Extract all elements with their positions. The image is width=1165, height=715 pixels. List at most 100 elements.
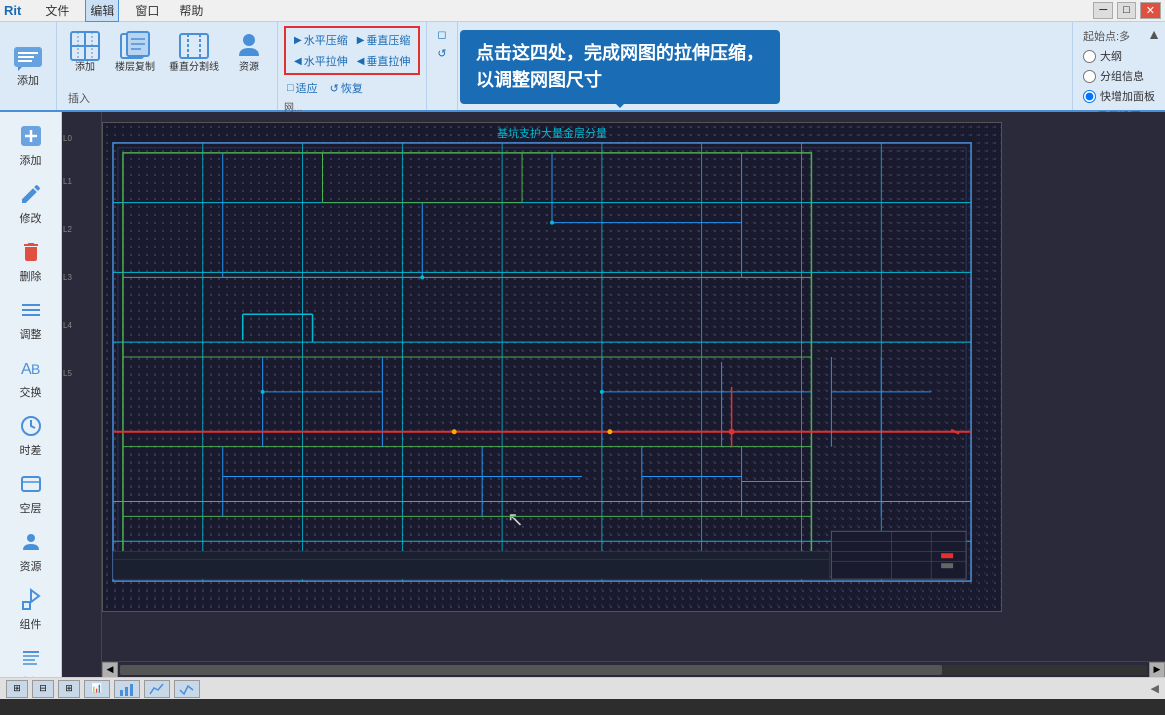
status-info: ◀ xyxy=(1151,682,1159,695)
status-btn-1[interactable]: ⊞ xyxy=(6,680,28,698)
extra-btn-2[interactable]: ↺ xyxy=(433,45,450,62)
radio-outline[interactable]: 大纲 xyxy=(1083,48,1155,64)
restore-button[interactable]: ↺恢复 xyxy=(327,79,366,97)
radio-fast-add-input[interactable] xyxy=(1083,90,1096,103)
h-compress-label: 水平压缩 xyxy=(304,32,348,48)
sidebar-item-adjust[interactable]: 调整 xyxy=(0,290,61,348)
ribbon-extra-section: ◻ ↺ xyxy=(427,22,457,110)
sidebar-timedelta-label: 时差 xyxy=(20,442,42,458)
grid-point-label: 起始点:多 xyxy=(1083,28,1155,44)
minimize-btn[interactable]: ─ xyxy=(1093,2,1113,19)
sidebar-adjust-label: 调整 xyxy=(20,326,42,342)
resource2-icon xyxy=(17,528,45,556)
sidebar-item-add[interactable]: 添加 xyxy=(0,116,61,174)
grid-partition-icon xyxy=(69,30,101,62)
scrollbar-track[interactable] xyxy=(120,665,1147,675)
floor-copy-label: 楼层复制 xyxy=(115,62,155,74)
scroll-right-btn[interactable]: ▶ xyxy=(1149,662,1165,678)
sidebar-resource-label: 资源 xyxy=(20,558,42,574)
radio-outline-label: 大纲 xyxy=(1100,48,1122,64)
menu-bar: Rit 文件 编辑 窗口 帮助 ─ □ ✕ xyxy=(0,0,1165,22)
grid-action-buttons: ▶ 水平压缩 ▶ 垂直压缩 ◀ 水平拉伸 ◀ 垂直拉伸 xyxy=(284,26,420,75)
sidebar-edit-label: 修改 xyxy=(20,210,42,226)
ribbon: 添加 添加 xyxy=(0,22,1165,112)
add-icon xyxy=(17,122,45,150)
status-btn-7[interactable] xyxy=(174,680,200,698)
grid-partition-button[interactable]: 添加 xyxy=(65,28,105,76)
adapt-label: 适应 xyxy=(296,80,318,96)
status-btn-3[interactable]: ⊞ xyxy=(58,680,80,698)
annotation-icon xyxy=(12,43,44,75)
vertical-split-icon xyxy=(178,30,210,62)
radio-outline-input[interactable] xyxy=(1083,50,1096,63)
menu-window[interactable]: 窗口 xyxy=(131,0,163,21)
v-compress-arrow: ▶ xyxy=(357,35,365,46)
menu-file[interactable]: 文件 xyxy=(41,0,73,21)
sidebar-item-delete[interactable]: 删除 xyxy=(0,232,61,290)
sidebar-component-label: 组件 xyxy=(20,616,42,632)
resource-button[interactable]: 资源 xyxy=(229,28,269,76)
edit-icon xyxy=(17,180,45,208)
sidebar-item-resource[interactable]: 资源 xyxy=(0,522,61,580)
v-compress-label: 垂直压缩 xyxy=(366,32,410,48)
status-btn-2[interactable]: ⊟ xyxy=(32,680,54,698)
sidebar-item-exchange[interactable]: AB 交换 xyxy=(0,348,61,406)
radio-group-info[interactable]: 分组信息 xyxy=(1083,68,1155,84)
horizontal-compress-btn[interactable]: ▶ 水平压缩 xyxy=(290,30,352,50)
radio-group-info-input[interactable] xyxy=(1083,70,1096,83)
sidebar-outline-label: 大纲 xyxy=(20,674,42,677)
annotation-button[interactable]: 添加 xyxy=(8,41,48,90)
h-stretch-label: 水平拉伸 xyxy=(304,53,348,69)
scrollbar-thumb-h xyxy=(120,665,942,675)
v-stretch-label: 垂直拉伸 xyxy=(366,53,410,69)
emptylayer-icon xyxy=(17,470,45,498)
ribbon-collapse-btn[interactable]: ▲ xyxy=(1147,26,1161,42)
annotation-label: 添加 xyxy=(17,75,39,88)
restore-label: 恢复 xyxy=(341,80,363,96)
status-btn-4[interactable]: 📊 xyxy=(84,680,110,698)
h-compress-arrow: ▶ xyxy=(294,35,302,46)
restore-window-btn[interactable]: □ xyxy=(1117,2,1136,19)
horizontal-stretch-btn[interactable]: ◀ 水平拉伸 xyxy=(290,51,352,71)
cad-svg xyxy=(103,123,1001,611)
h-stretch-arrow: ◀ xyxy=(294,56,302,67)
sidebar: 添加 修改 删除 调整 AB 交换 xyxy=(0,112,62,677)
main-area: 添加 修改 删除 调整 AB 交换 xyxy=(0,112,1165,677)
close-window-btn[interactable]: ✕ xyxy=(1140,2,1161,19)
radio-fast-add-label: 快增加面板 xyxy=(1100,88,1155,104)
tooltip-text: 点击这四处，完成网图的拉伸压缩，以调整网图尺寸 xyxy=(476,43,764,90)
ribbon-grid-section: ▶ 水平压缩 ▶ 垂直压缩 ◀ 水平拉伸 ◀ 垂直拉伸 □适应 ↺恢复 xyxy=(278,22,427,110)
sidebar-item-component[interactable]: 组件 xyxy=(0,580,61,638)
vertical-split-button[interactable]: 垂直分割线 xyxy=(165,28,223,76)
menu-edit[interactable]: 编辑 xyxy=(85,0,119,22)
radio-fast-add[interactable]: 快增加面板 xyxy=(1083,88,1155,104)
status-btn-5[interactable] xyxy=(114,680,140,698)
radio-group-info-label: 分组信息 xyxy=(1100,68,1144,84)
horizontal-scrollbar[interactable]: ◀ ▶ xyxy=(102,661,1165,677)
adapt-button[interactable]: □适应 xyxy=(284,79,321,97)
ribbon-section-annotation: 添加 xyxy=(0,22,57,110)
sidebar-item-outline[interactable]: 大纲 xyxy=(0,638,61,677)
status-btn-6[interactable] xyxy=(144,680,170,698)
vertical-split-label: 垂直分割线 xyxy=(169,62,219,74)
sidebar-add-label: 添加 xyxy=(20,152,42,168)
v-stretch-arrow: ◀ xyxy=(357,56,365,67)
sidebar-item-timedelta[interactable]: 时差 xyxy=(0,406,61,464)
canvas-area[interactable]: L0 L1 L2 L3 L4 L5 基坑支护大量金层分量 xyxy=(62,112,1165,677)
resource-icon xyxy=(233,30,265,62)
vertical-stretch-btn[interactable]: ◀ 垂直拉伸 xyxy=(353,51,415,71)
delete-icon xyxy=(17,238,45,266)
cad-drawing[interactable]: 基坑支护大量金层分量 xyxy=(102,122,1002,612)
menu-help[interactable]: 帮助 xyxy=(175,0,207,21)
exchange-icon: AB xyxy=(17,354,45,382)
sidebar-item-emptylayer[interactable]: 空层 xyxy=(0,464,61,522)
floor-copy-button[interactable]: 楼层复制 xyxy=(111,28,159,76)
extra-btn-1[interactable]: ◻ xyxy=(433,26,450,43)
insert-section-label: 插入 xyxy=(68,90,90,106)
sidebar-exchange-label: 交换 xyxy=(20,384,42,400)
sidebar-item-edit[interactable]: 修改 xyxy=(0,174,61,232)
scroll-left-btn[interactable]: ◀ xyxy=(102,662,118,678)
sidebar-emptylayer-label: 空层 xyxy=(20,500,42,516)
left-ruler: L0 L1 L2 L3 L4 L5 xyxy=(62,112,102,677)
vertical-compress-btn[interactable]: ▶ 垂直压缩 xyxy=(353,30,415,50)
